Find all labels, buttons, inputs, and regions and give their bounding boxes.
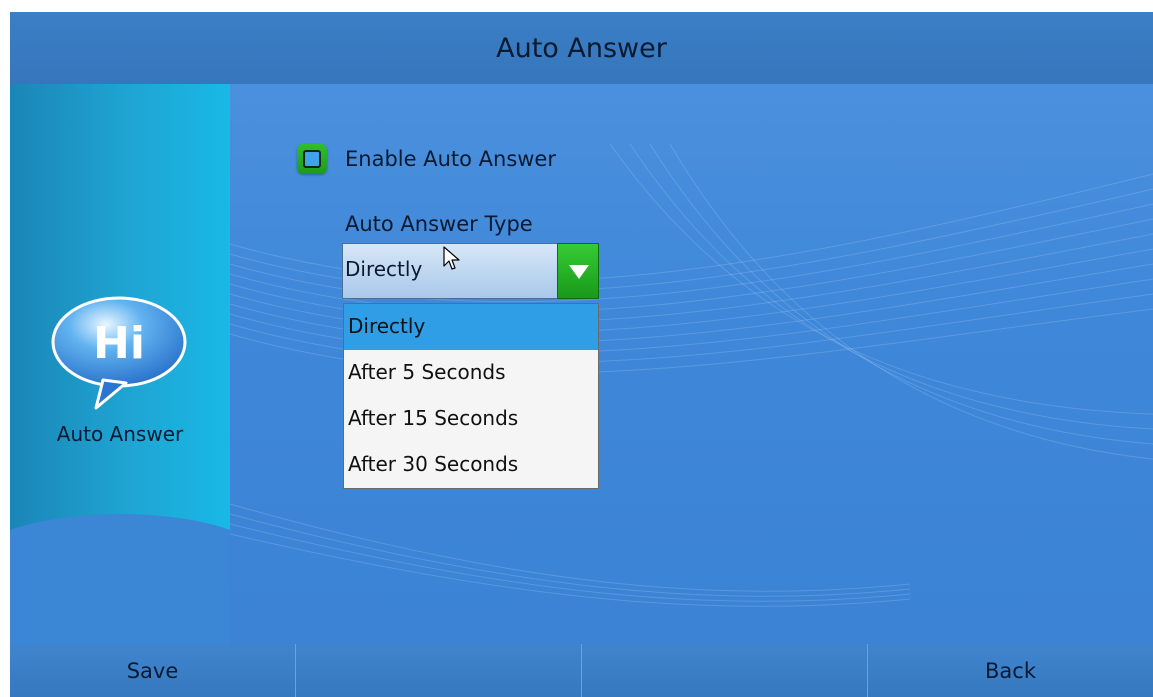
sidebar-panel: Hi Auto Answer [10,84,230,644]
phone-screen: Auto Answer Hi Auto Answer Enable Auto A… [10,12,1153,697]
sidebar-label: Auto Answer [56,422,184,446]
dropdown-arrow-icon[interactable] [557,243,599,299]
auto-answer-type-select[interactable]: Directly [342,243,599,299]
checkbox-box [303,150,321,168]
option-after-15-seconds[interactable]: After 15 Seconds [344,396,598,442]
auto-answer-type-options: Directly After 5 Seconds After 15 Second… [343,303,599,489]
select-value: Directly [345,257,423,281]
option-after-30-seconds[interactable]: After 30 Seconds [344,442,598,488]
auto-answer-type-label: Auto Answer Type [345,212,533,236]
hi-text: Hi [93,318,145,369]
save-softkey[interactable]: Save [10,644,295,697]
enable-auto-answer-label[interactable]: Enable Auto Answer [345,144,556,174]
mouse-cursor-icon [443,246,460,270]
sidebar-curve [10,514,230,644]
option-after-5-seconds[interactable]: After 5 Seconds [344,350,598,396]
enable-auto-answer-checkbox[interactable] [297,144,327,174]
speech-bubble-icon: Hi [51,296,187,410]
back-softkey[interactable]: Back [867,644,1153,697]
softkey-3[interactable] [581,644,867,697]
softkey-bar: Save Back [10,644,1153,697]
option-directly[interactable]: Directly [344,304,598,350]
page-title: Auto Answer [496,32,667,64]
softkey-2[interactable] [295,644,581,697]
title-bar: Auto Answer [10,12,1153,84]
